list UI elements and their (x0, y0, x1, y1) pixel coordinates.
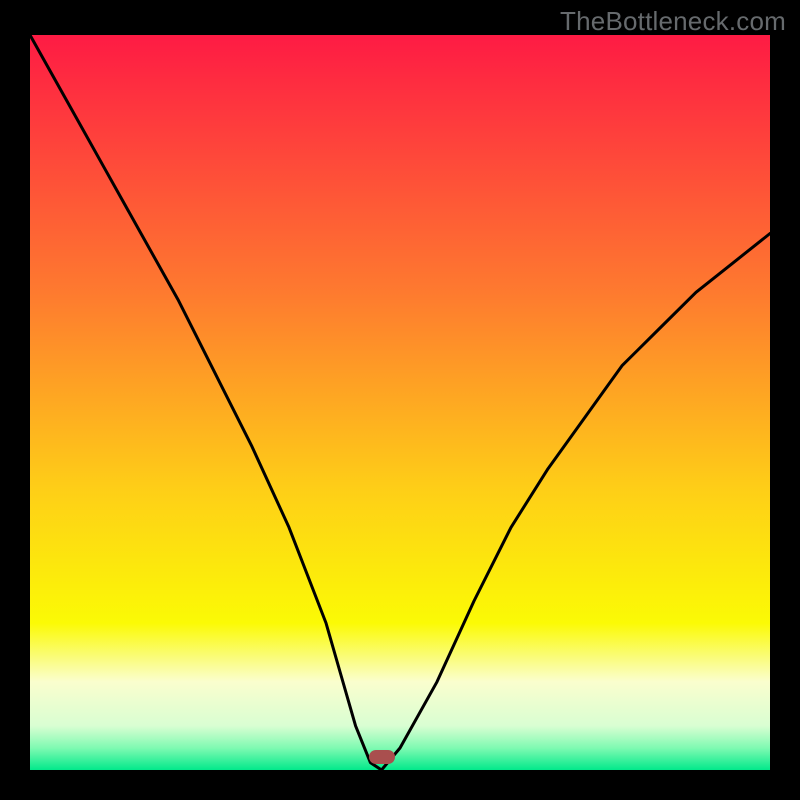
figure-container: TheBottleneck.com (0, 0, 800, 800)
plot-area (30, 35, 770, 770)
optimum-marker (369, 750, 395, 764)
bottleneck-curve (30, 35, 770, 770)
watermark-text: TheBottleneck.com (560, 6, 786, 37)
